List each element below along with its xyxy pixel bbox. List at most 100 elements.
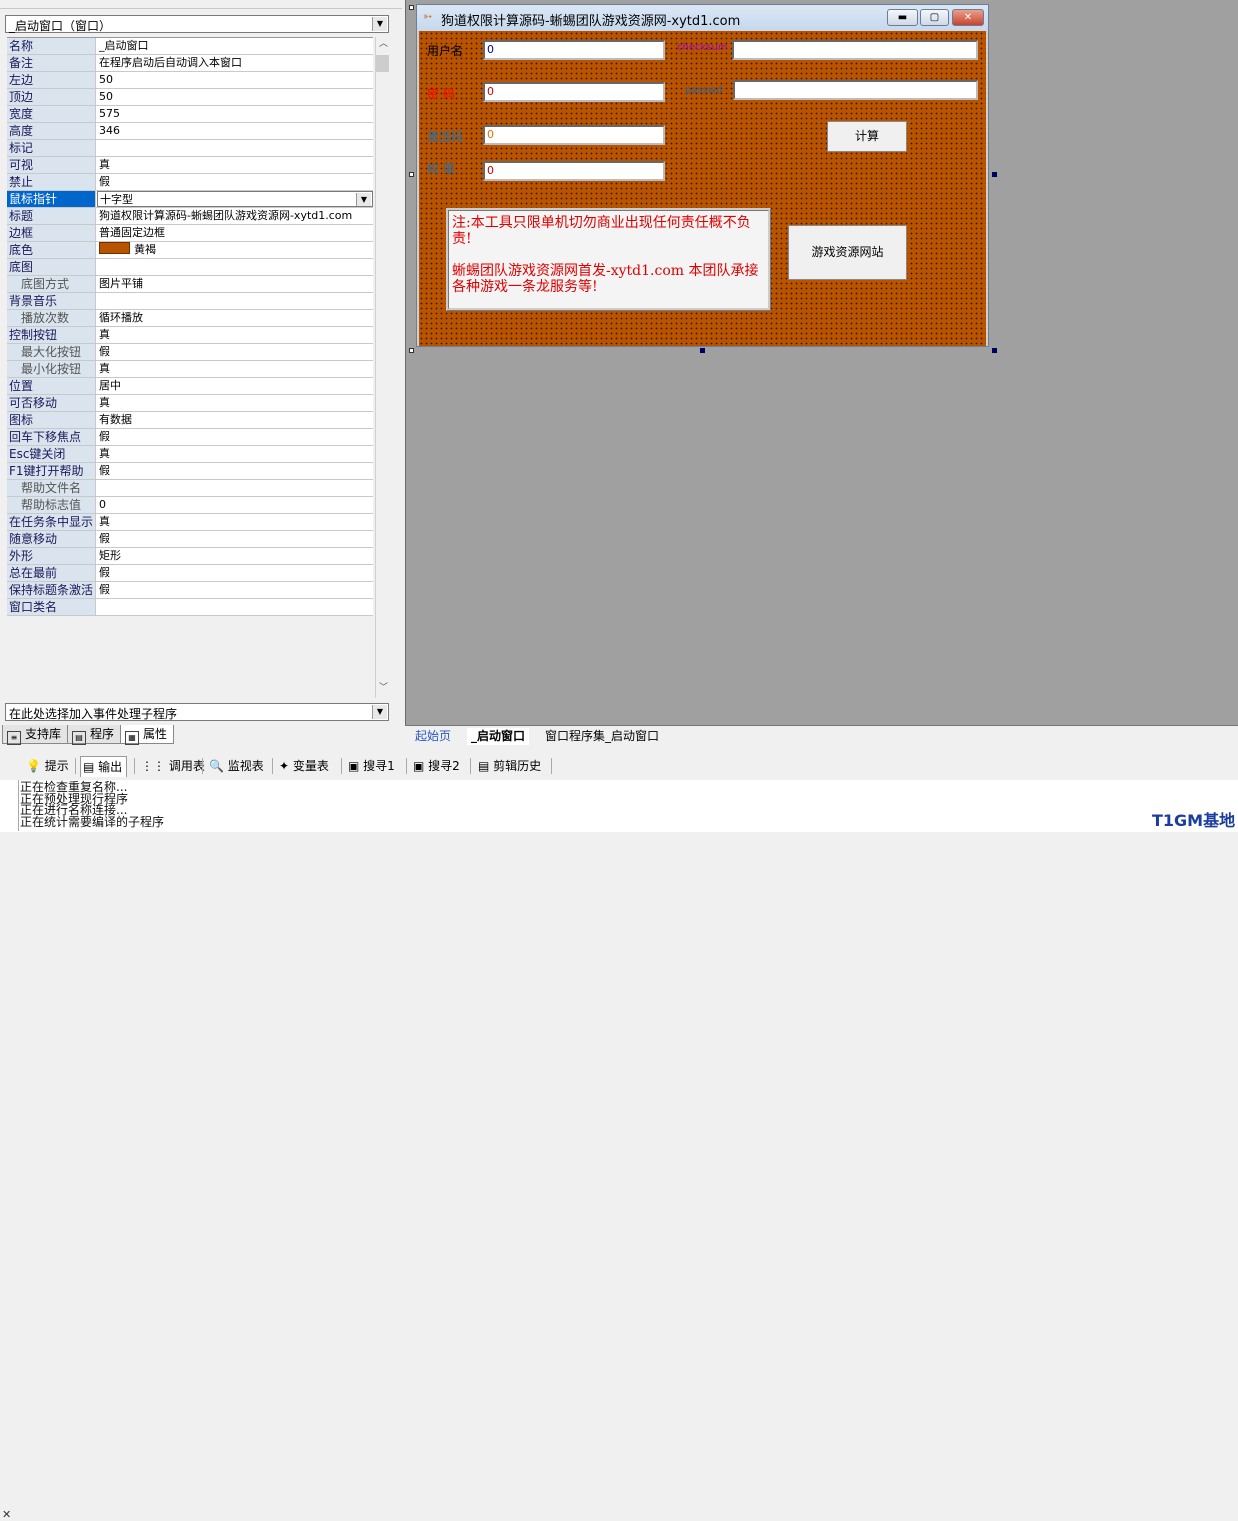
property-row[interactable]: 底图方式 图片平铺: [7, 276, 373, 293]
tab-startup-window[interactable]: _启动窗口: [467, 728, 530, 745]
chevron-down-icon[interactable]: ▼: [372, 705, 387, 719]
property-row[interactable]: 窗口类名: [7, 599, 373, 616]
permission-field[interactable]: 0: [483, 161, 665, 181]
tab-search-2[interactable]: ▣ 搜寻2: [411, 756, 460, 776]
property-row[interactable]: 图标 有数据: [7, 412, 373, 429]
tab-output[interactable]: ▤ 输出: [80, 756, 128, 777]
resize-handle[interactable]: [409, 348, 414, 353]
close-icon[interactable]: ✕: [2, 1508, 11, 1521]
checksum-field[interactable]: [732, 40, 978, 60]
property-row[interactable]: 回车下移焦点假: [7, 429, 373, 446]
property-row[interactable]: 在任务条中显示真: [7, 514, 373, 531]
property-row[interactable]: 底色 黄褐: [7, 242, 373, 259]
property-row[interactable]: F1键打开帮助假: [7, 463, 373, 480]
scroll-down-icon[interactable]: ﹀: [376, 681, 391, 696]
property-row[interactable]: 顶边 50: [7, 89, 373, 106]
resize-handle[interactable]: [409, 172, 414, 177]
tab-start-page[interactable]: 起始页: [415, 728, 451, 745]
property-row[interactable]: 总在最前假: [7, 565, 373, 582]
event-handler-selector[interactable]: 在此处选择加入事件处理子程序 ▼: [5, 703, 389, 721]
object-selector[interactable]: _启动窗口（窗口） ▼: [5, 15, 389, 33]
property-row[interactable]: 位置 居中: [7, 378, 373, 395]
property-scrollbar[interactable]: ︿ ﹀: [375, 37, 391, 698]
property-row[interactable]: 标题 狗道权限计算源码-蜥蜴团队游戏资源网-xytd1.com: [7, 208, 373, 225]
property-value[interactable]: [99, 140, 371, 156]
tab-variables[interactable]: ✦ 变量表: [277, 756, 329, 776]
tab-call-stack[interactable]: ⋮⋮ 调用表: [139, 756, 205, 776]
property-value[interactable]: 575: [99, 106, 371, 122]
property-value[interactable]: _启动窗口: [99, 38, 371, 54]
property-row[interactable]: 保持标题条激活假: [7, 582, 373, 599]
game-site-button[interactable]: 游戏资源网站: [788, 225, 907, 280]
property-row[interactable]: 鼠标指针 十字型 ▼: [7, 191, 373, 208]
property-value[interactable]: 假: [99, 429, 371, 445]
property-row[interactable]: Esc键关闭真: [7, 446, 373, 463]
form-titlebar[interactable]: ➳ 狗道权限计算源码-蜥蜴团队游戏资源网-xytd1.com ▬ ▢ ✕: [417, 5, 988, 31]
minimize-button[interactable]: ▬: [887, 9, 918, 26]
property-value[interactable]: 真: [99, 361, 371, 377]
property-row[interactable]: 底图: [7, 259, 373, 276]
password-field[interactable]: 0: [483, 82, 665, 102]
property-row[interactable]: 最小化按钮真: [7, 361, 373, 378]
maximize-button[interactable]: ▢: [920, 9, 949, 26]
property-row[interactable]: 备注 在程序启动后自动调入本窗口: [7, 55, 373, 72]
property-value[interactable]: 在程序启动后自动调入本窗口: [99, 55, 371, 71]
property-row[interactable]: 高度 346: [7, 123, 373, 140]
tab-support-library[interactable]: ≡ 支持库: [2, 725, 69, 745]
resize-handle[interactable]: [700, 348, 705, 353]
property-value[interactable]: 矩形: [99, 548, 371, 564]
property-row[interactable]: 外形 矩形: [7, 548, 373, 565]
property-value[interactable]: 循环播放: [99, 310, 371, 326]
chevron-down-icon[interactable]: ▼: [356, 193, 371, 206]
tab-window-assembly[interactable]: 窗口程序集_启动窗口: [545, 728, 659, 745]
passwd-field[interactable]: [733, 80, 978, 100]
resize-handle[interactable]: [992, 348, 997, 353]
property-value[interactable]: 有数据: [99, 412, 371, 428]
property-value[interactable]: 346: [99, 123, 371, 139]
chevron-down-icon[interactable]: ▼: [372, 17, 387, 31]
property-row[interactable]: 边框 普通固定边框: [7, 225, 373, 242]
property-value[interactable]: [99, 293, 371, 309]
property-value[interactable]: 假: [99, 463, 371, 479]
property-value[interactable]: 居中: [99, 378, 371, 394]
resize-handle[interactable]: [992, 172, 997, 177]
property-row[interactable]: 随意移动假: [7, 531, 373, 548]
property-row[interactable]: 标记: [7, 140, 373, 157]
tab-clip-history[interactable]: ▤ 剪辑历史: [476, 756, 541, 776]
property-value[interactable]: 真: [99, 327, 371, 343]
property-row[interactable]: 可否移动真: [7, 395, 373, 412]
property-value[interactable]: 真: [99, 446, 371, 462]
close-button[interactable]: ✕: [952, 9, 984, 26]
tab-hints[interactable]: 💡 提示: [24, 756, 69, 776]
property-row[interactable]: 名称 _启动窗口: [7, 38, 373, 55]
scroll-thumb[interactable]: [376, 55, 389, 72]
property-value[interactable]: [99, 259, 371, 275]
output-log-area[interactable]: [18, 780, 1238, 831]
username-field[interactable]: 0: [483, 40, 665, 60]
property-value[interactable]: 真: [99, 157, 371, 173]
property-value[interactable]: 50: [99, 89, 371, 105]
property-value[interactable]: 假: [99, 565, 371, 581]
property-row[interactable]: 宽度 575: [7, 106, 373, 123]
property-row[interactable]: 最大化按钮假: [7, 344, 373, 361]
property-value[interactable]: 黄褐: [99, 242, 371, 258]
property-value[interactable]: 0: [99, 497, 371, 513]
tab-properties[interactable]: ▦ 属性: [120, 725, 175, 745]
property-row[interactable]: 帮助文件名: [7, 480, 373, 497]
tab-watch[interactable]: 🔍 监视表: [207, 756, 264, 776]
property-value[interactable]: 50: [99, 72, 371, 88]
property-value[interactable]: 假: [99, 344, 371, 360]
scroll-up-icon[interactable]: ︿: [376, 37, 391, 52]
resize-handle[interactable]: [409, 5, 414, 10]
property-row[interactable]: 可视真: [7, 157, 373, 174]
property-row[interactable]: 背景音乐: [7, 293, 373, 310]
property-row[interactable]: 播放次数 循环播放: [7, 310, 373, 327]
tab-program[interactable]: ▤ 程序: [67, 725, 122, 745]
property-value[interactable]: 十字型 ▼: [97, 191, 373, 207]
property-value[interactable]: [99, 599, 371, 615]
calc-button[interactable]: 计算: [827, 121, 907, 152]
property-row[interactable]: 帮助标志值 0: [7, 497, 373, 514]
property-value[interactable]: 假: [99, 531, 371, 547]
property-value[interactable]: 假: [99, 174, 371, 190]
property-value[interactable]: 真: [99, 514, 371, 530]
